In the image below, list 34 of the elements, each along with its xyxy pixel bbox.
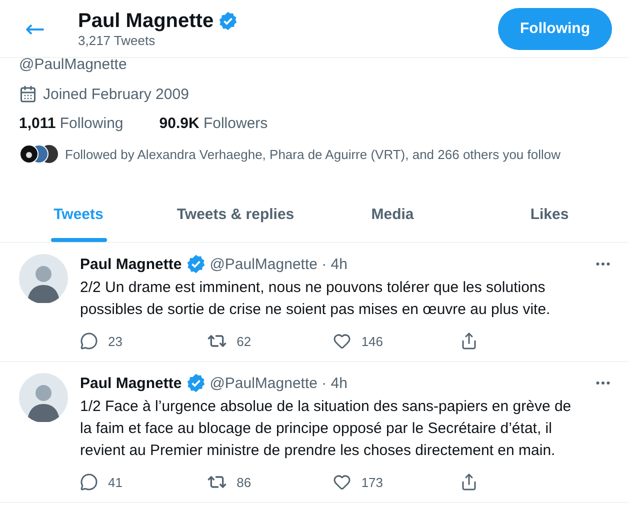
author-handle: @PaulMagnette · 4h: [210, 374, 348, 392]
author-name: Paul Magnette: [80, 374, 182, 392]
like-count: 173: [361, 474, 384, 490]
author-name: Paul Magnette: [80, 256, 182, 272]
calendar-icon: [19, 85, 37, 103]
stat-value[interactable]: 90.9K: [159, 115, 200, 132]
stat-label[interactable]: Followers: [203, 115, 268, 132]
profile-handle: @PaulMagnette: [19, 56, 128, 73]
profile-tab[interactable]: Tweets & replies: [157, 186, 314, 242]
tweet-text: 1/2 Face à l’urgence absolue de la situation des sans-papiers en grève de la faim et face au blocage de principe opposé par le Secrétaire d’état, il revient au Premier ministre de prendre les choses directement en main.: [80, 397, 572, 461]
avatar-icon[interactable]: [19, 254, 68, 303]
share-icon[interactable]: [460, 473, 478, 491]
reply-icon[interactable]: [80, 332, 98, 350]
stat-value[interactable]: 1,011: [19, 115, 56, 132]
joined-date: Joined February 2009: [43, 86, 189, 102]
tweet-text: 2/2 Un drame est imminent, nous ne pouvons tolérer que les solutions possibles de sortie de crise ne soient pas mises en œuvre au plus vite.: [80, 278, 552, 320]
retweet-count: 62: [236, 334, 252, 348]
like-icon[interactable]: [333, 473, 352, 491]
reply-icon[interactable]: [80, 473, 98, 491]
like-count: 146: [361, 334, 384, 348]
retweet-count: 86: [236, 474, 252, 490]
followed-by-text: Followed by Alexandra Verhaeghe, Phara de Aguirre (VRT), and 266 others you follow: [65, 146, 561, 162]
like-icon[interactable]: [333, 332, 352, 350]
tweet-count: 3,217 Tweets: [78, 32, 156, 48]
share-icon[interactable]: [460, 332, 478, 350]
reply-count: 23: [108, 334, 122, 348]
author-handle: @PaulMagnette · 4h: [210, 256, 348, 272]
reply-count: 41: [108, 474, 122, 490]
profile-name: Paul Magnette: [78, 10, 214, 32]
profile-tab[interactable]: Media: [314, 186, 471, 242]
stat-label[interactable]: Following: [60, 115, 124, 132]
follower-avatars-icon: [19, 144, 59, 164]
profile-tab[interactable]: Likes: [471, 186, 628, 242]
avatar-icon[interactable]: [19, 373, 68, 422]
